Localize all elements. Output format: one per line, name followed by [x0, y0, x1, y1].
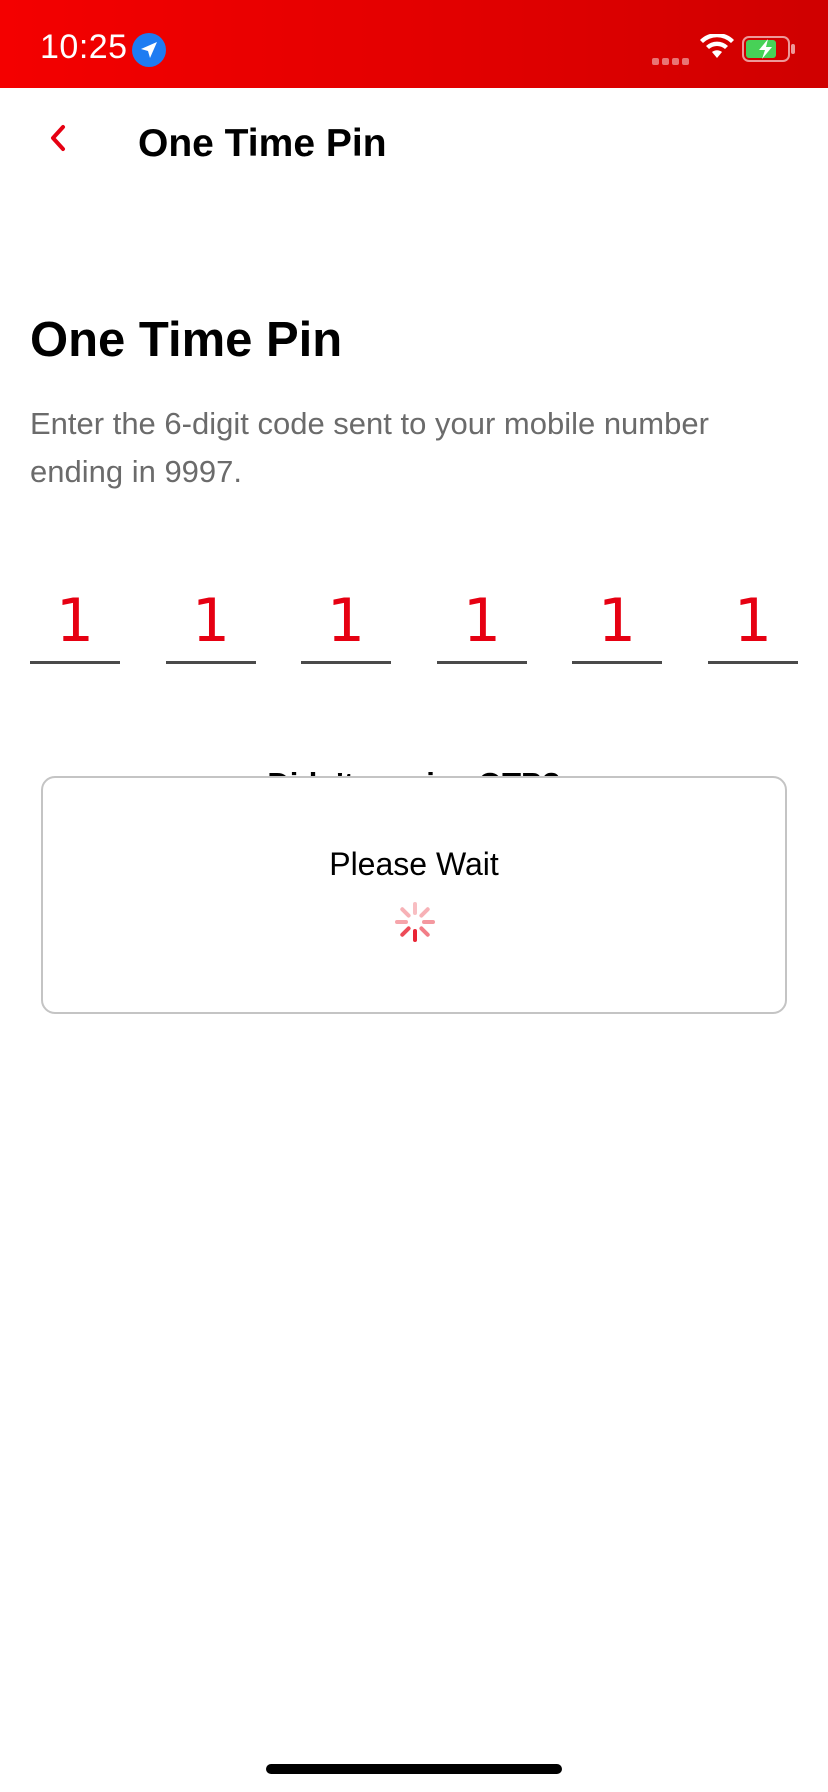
battery-charging-icon	[742, 36, 796, 67]
location-icon	[132, 33, 166, 67]
otp-digit-field[interactable]: 1	[30, 586, 120, 664]
status-time: 10:25	[40, 28, 128, 66]
dialog-message: Please Wait	[329, 846, 499, 882]
wifi-icon	[700, 32, 734, 65]
loading-dialog: Please Wait	[41, 776, 787, 1014]
page-heading: One Time Pin	[30, 313, 343, 367]
otp-digit-field[interactable]: 1	[301, 586, 391, 664]
otp-input-row: 1 1 1 1 1 1	[30, 586, 798, 666]
otp-digit-field[interactable]: 1	[166, 586, 256, 664]
otp-digit-field[interactable]: 1	[572, 586, 662, 664]
page-description: Enter the 6-digit code sent to your mobi…	[30, 406, 709, 489]
back-button[interactable]	[36, 116, 80, 160]
chevron-left-icon	[51, 125, 65, 151]
nav-bar: One Time Pin	[0, 88, 828, 200]
otp-digit-field[interactable]: 1	[708, 586, 798, 664]
signal-icon	[652, 52, 692, 70]
otp-digit-field[interactable]: 1	[437, 586, 527, 664]
home-indicator	[266, 1764, 562, 1774]
nav-title: One Time Pin	[138, 122, 387, 165]
status-bar: 10:25	[0, 0, 828, 88]
loading-spinner-icon	[395, 902, 435, 942]
